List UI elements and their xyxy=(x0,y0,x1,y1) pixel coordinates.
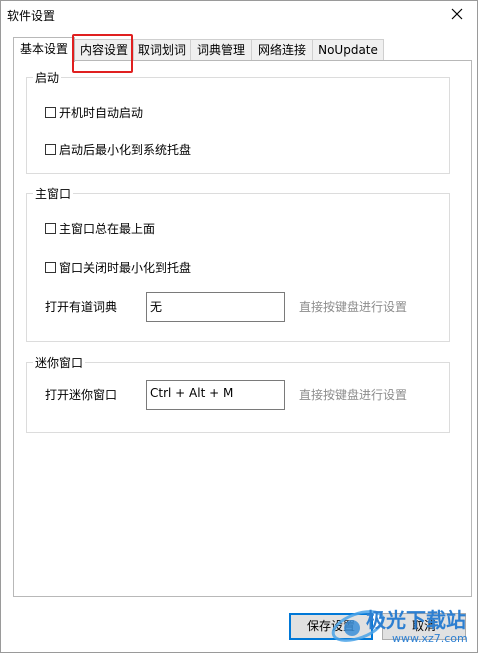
checkbox[interactable] xyxy=(45,107,56,118)
option-label: 启动后最小化到系统托盘 xyxy=(59,143,192,157)
option-label: 开机时自动启动 xyxy=(59,106,144,120)
tab-dictionary-management[interactable]: 词典管理 xyxy=(190,39,252,61)
tab-highlight-box xyxy=(72,34,133,73)
checkbox[interactable] xyxy=(45,262,56,273)
settings-dialog: 软件设置 基本设置 内容设置 取词划词 词典管理 网络连接 NoUpdate 启… xyxy=(0,0,478,653)
close-button[interactable] xyxy=(443,3,471,27)
hotkey-label-open-mini-window: 打开迷你窗口 xyxy=(45,388,118,402)
option-label: 窗口关闭时最小化到托盘 xyxy=(59,261,192,275)
window-title: 软件设置 xyxy=(7,9,56,23)
group-title: 主窗口 xyxy=(33,185,74,202)
tab-label: 取词划词 xyxy=(137,43,186,57)
group-title: 迷你窗口 xyxy=(33,354,86,371)
title-bar: 软件设置 xyxy=(1,1,477,29)
hotkey-input-open-dictionary[interactable]: 无 xyxy=(146,292,285,322)
hotkey-hint: 直接按键盘进行设置 xyxy=(299,300,408,314)
hotkey-input-open-mini-window[interactable]: Ctrl + Alt + M xyxy=(146,380,285,410)
watermark-brand: 极光下载站 xyxy=(366,608,466,632)
option-minimize-on-start[interactable]: 启动后最小化到系统托盘 xyxy=(45,141,191,158)
watermark-url: www.xz7.com xyxy=(392,632,468,645)
watermark: 极光下载站 www.xz7.com xyxy=(300,600,478,653)
tab-label: 基本设置 xyxy=(19,42,68,56)
group-title: 启动 xyxy=(33,69,62,86)
hotkey-label-open-dictionary: 打开有道词典 xyxy=(45,300,118,314)
tab-page-basic-settings: 启动 开机时自动启动 启动后最小化到系统托盘 主窗口 主窗口总在最上面 窗口关闭… xyxy=(13,60,472,597)
option-label: 主窗口总在最上面 xyxy=(59,222,156,236)
option-always-on-top[interactable]: 主窗口总在最上面 xyxy=(45,220,155,237)
tab-label: 网络连接 xyxy=(257,43,306,57)
group-main-window: 主窗口 主窗口总在最上面 窗口关闭时最小化到托盘 打开有道词典 无 直接按键盘进… xyxy=(26,185,450,342)
hotkey-hint: 直接按键盘进行设置 xyxy=(299,388,408,402)
tab-noupdate[interactable]: NoUpdate xyxy=(312,39,384,61)
tab-label: NoUpdate xyxy=(318,43,378,57)
checkbox[interactable] xyxy=(45,144,56,155)
tab-label: 词典管理 xyxy=(196,43,245,57)
option-minimize-to-tray-on-close[interactable]: 窗口关闭时最小化到托盘 xyxy=(45,259,191,276)
tab-word-capture[interactable]: 取词划词 xyxy=(133,39,191,61)
checkbox[interactable] xyxy=(45,223,56,234)
tab-basic-settings[interactable]: 基本设置 xyxy=(13,37,75,62)
group-startup: 启动 开机时自动启动 启动后最小化到系统托盘 xyxy=(26,69,450,174)
option-auto-start[interactable]: 开机时自动启动 xyxy=(45,104,143,121)
tab-network[interactable]: 网络连接 xyxy=(251,39,313,61)
group-mini-window: 迷你窗口 打开迷你窗口 Ctrl + Alt + M 直接按键盘进行设置 xyxy=(26,354,450,433)
close-icon xyxy=(451,8,463,20)
